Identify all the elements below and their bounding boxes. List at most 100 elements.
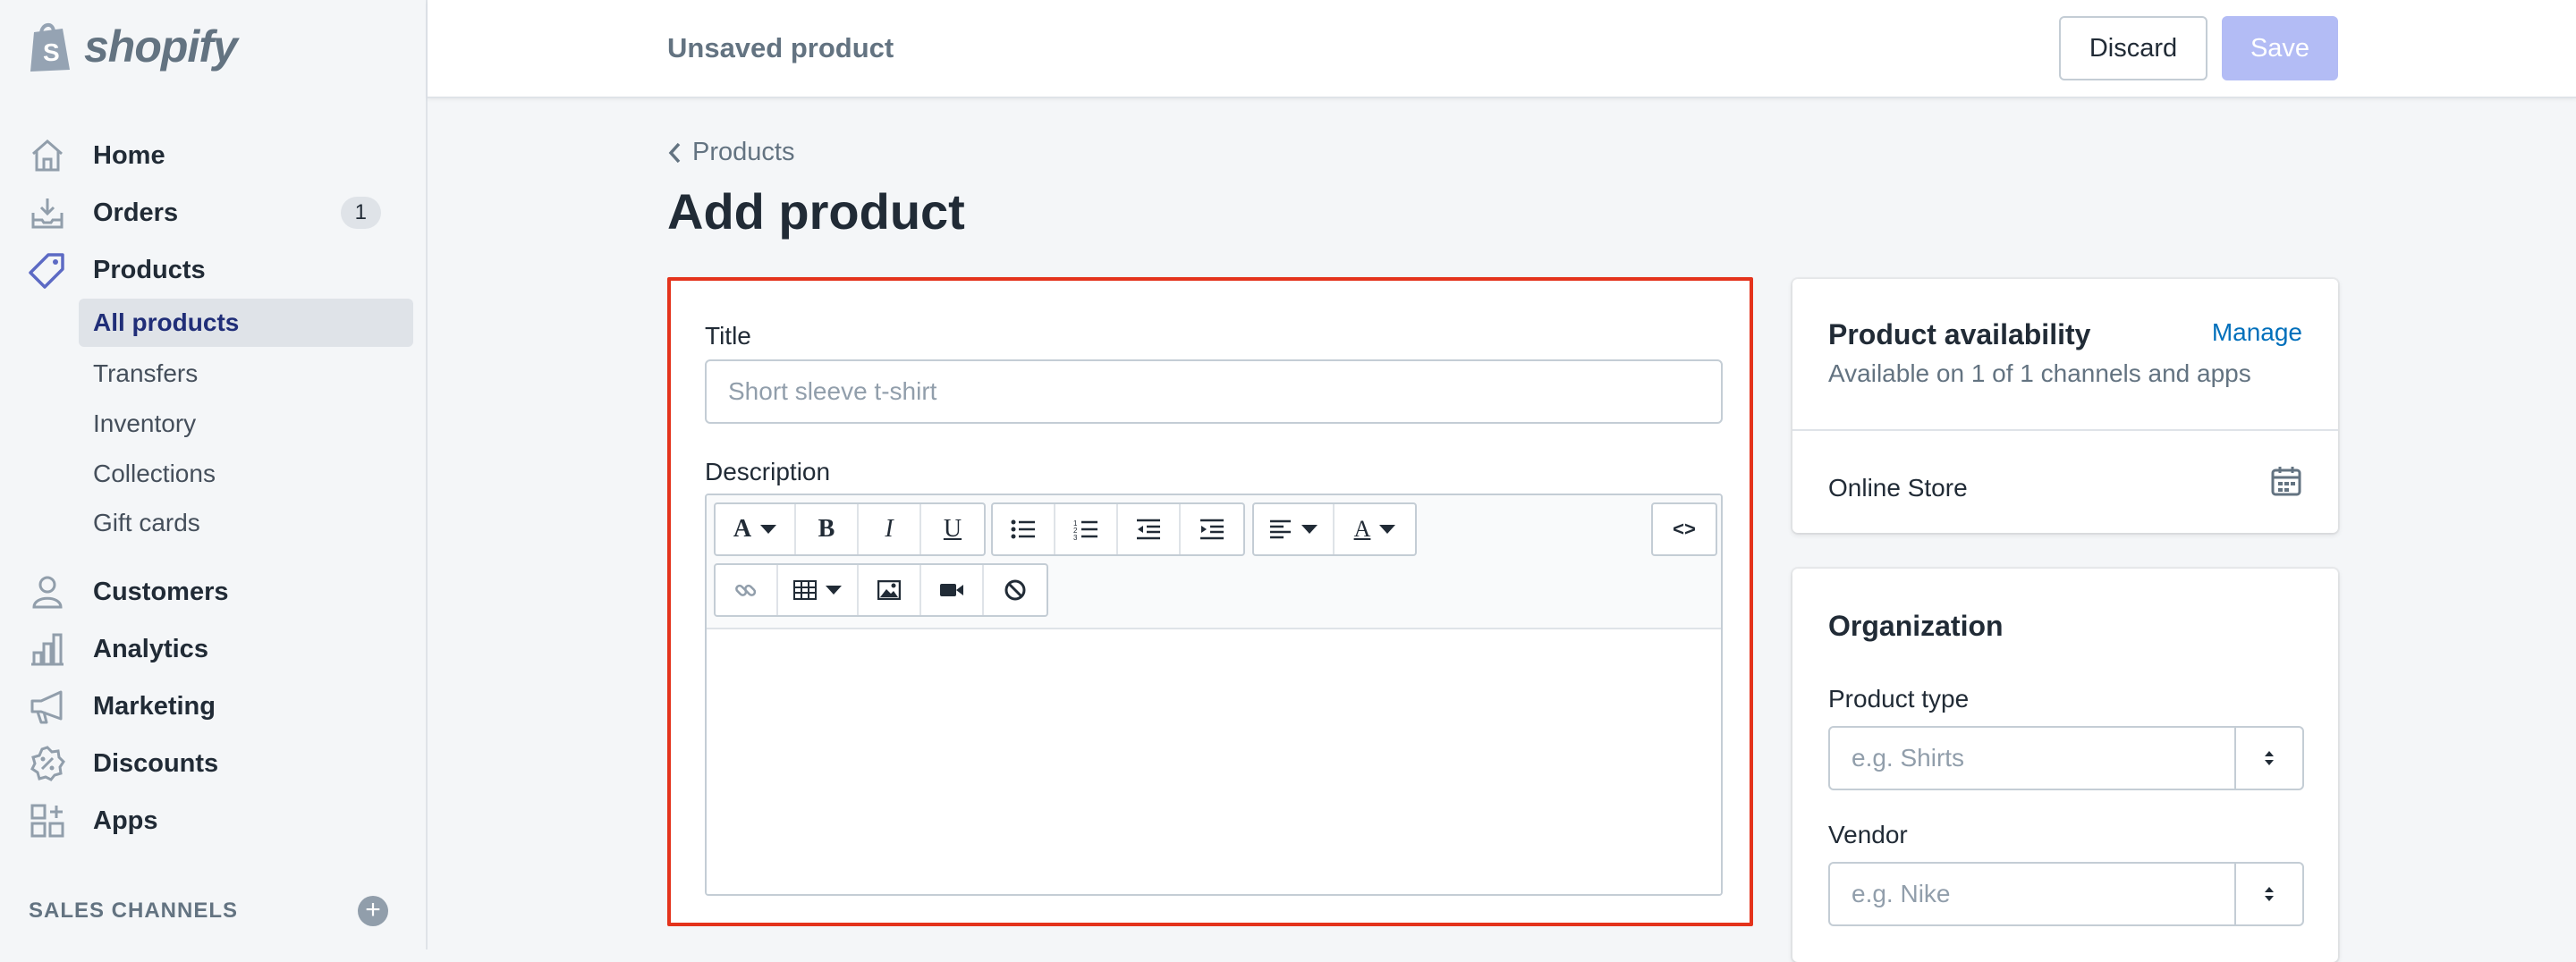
video-icon (940, 584, 963, 596)
list-group: 123 (991, 502, 1245, 556)
sidebar-item-discounts[interactable]: Discounts (27, 738, 402, 789)
italic-button[interactable]: I (859, 504, 921, 554)
sidebar-subitem-collections[interactable]: Collections (79, 450, 413, 498)
font-style-button[interactable]: A (716, 504, 796, 554)
sidebar-item-label: Customers (93, 577, 229, 606)
code-icon: <> (1673, 518, 1696, 540)
underline-icon: U (943, 515, 962, 543)
editor-content-area[interactable] (707, 629, 1721, 894)
insert-group (714, 563, 1048, 617)
sidebar-item-marketing[interactable]: Marketing (27, 680, 402, 732)
indent-button[interactable] (1181, 504, 1243, 554)
orders-icon (27, 192, 68, 233)
indent-icon (1200, 519, 1224, 540)
vendor-input[interactable]: e.g. Nike (1828, 862, 2304, 926)
breadcrumb-products-link[interactable]: Products (692, 138, 794, 167)
page-title: Add product (667, 183, 965, 240)
logo-text: shopify (84, 21, 238, 72)
clear-format-button[interactable] (984, 565, 1046, 615)
sidebar-item-label: Discounts (93, 748, 219, 778)
sidebar-item-home[interactable]: Home (27, 130, 402, 181)
bullet-list-icon (1011, 519, 1035, 539)
sales-channels-heading: SALES CHANNELS (29, 899, 239, 923)
outdent-button[interactable] (1118, 504, 1181, 554)
sidebar: S shopify Home Orders 1 Products All pro… (0, 0, 428, 949)
bold-button[interactable]: B (796, 504, 859, 554)
code-view-group: <> (1651, 502, 1717, 556)
sidebar-item-products[interactable]: Products (27, 244, 402, 296)
insert-link-button[interactable] (716, 565, 778, 615)
organization-title: Organization (1828, 610, 2004, 642)
sidebar-item-label: Apps (93, 806, 158, 835)
sidebar-item-label: Home (93, 140, 165, 170)
align-button[interactable] (1254, 504, 1335, 554)
product-details-card: Title Short sleeve t-shirt Description A… (667, 277, 1753, 926)
title-input[interactable]: Short sleeve t-shirt (705, 359, 1723, 424)
manage-link[interactable]: Manage (2212, 318, 2302, 347)
editor-toolbar: A B I U 123 A <> (707, 495, 1721, 629)
product-type-placeholder: e.g. Shirts (1852, 744, 1965, 772)
insert-table-button[interactable] (778, 565, 859, 615)
description-label: Description (705, 458, 831, 485)
sidebar-item-label: Products (93, 255, 206, 284)
svg-text:3: 3 (1073, 534, 1078, 540)
alignment-color-group: A (1252, 502, 1417, 556)
sidebar-item-label: Orders (93, 198, 179, 227)
breadcrumb[interactable]: Products (667, 138, 794, 167)
title-label: Title (705, 322, 751, 350)
orders-count-badge: 1 (340, 197, 381, 229)
bullet-list-button[interactable] (993, 504, 1055, 554)
add-sales-channel-button[interactable]: + (358, 896, 388, 926)
vendor-select-arrows[interactable] (2234, 864, 2302, 924)
select-arrows-icon (2265, 751, 2274, 765)
font-icon: A (733, 515, 752, 543)
channel-online-store: Online Store (1828, 474, 1968, 502)
shopping-bag-icon: S (30, 23, 70, 72)
calendar-icon[interactable] (2270, 465, 2302, 502)
sidebar-item-customers[interactable]: Customers (27, 566, 402, 618)
sidebar-item-apps[interactable]: Apps (27, 795, 402, 847)
svg-text:S: S (43, 38, 60, 66)
sidebar-subitem-gift-cards[interactable]: Gift cards (79, 499, 413, 547)
link-icon (735, 584, 757, 596)
image-icon (877, 580, 901, 600)
insert-video-button[interactable] (921, 565, 984, 615)
topbar: Unsaved product Discard Save (428, 0, 2576, 98)
sidebar-item-label: Marketing (93, 691, 216, 721)
plus-icon: + (365, 895, 381, 924)
discard-button[interactable]: Discard (2059, 16, 2207, 80)
organization-card: Organization Product type e.g. Shirts Ve… (1792, 569, 2338, 962)
home-icon (27, 135, 68, 176)
vendor-placeholder: e.g. Nike (1852, 880, 1951, 907)
chevron-left-icon (668, 142, 681, 163)
select-arrows-icon (2265, 887, 2274, 901)
underline-button[interactable]: U (921, 504, 984, 554)
divider (1792, 429, 2338, 431)
align-left-icon (1270, 519, 1291, 539)
person-icon (27, 571, 68, 612)
description-editor: A B I U 123 A <> (705, 494, 1723, 896)
discount-icon (27, 743, 68, 784)
sidebar-subitem-all-products[interactable]: All products (79, 299, 413, 347)
save-button[interactable]: Save (2222, 16, 2338, 80)
code-view-button[interactable]: <> (1653, 504, 1716, 554)
insert-image-button[interactable] (859, 565, 921, 615)
numbered-list-icon: 123 (1073, 519, 1097, 540)
product-type-input[interactable]: e.g. Shirts (1828, 726, 2304, 790)
megaphone-icon (27, 686, 68, 727)
vendor-label: Vendor (1828, 821, 1908, 848)
text-color-icon: A (1353, 516, 1371, 542)
sidebar-item-analytics[interactable]: Analytics (27, 623, 402, 675)
shopify-logo[interactable]: S shopify (27, 20, 238, 73)
product-availability-card: Product availability Manage Available on… (1792, 279, 2338, 533)
product-type-select-arrows[interactable] (2234, 728, 2302, 789)
availability-subtitle: Available on 1 of 1 channels and apps (1828, 359, 2251, 387)
numbered-list-button[interactable]: 123 (1055, 504, 1118, 554)
bold-icon: B (818, 515, 835, 543)
sidebar-item-orders[interactable]: Orders 1 (27, 187, 402, 239)
sidebar-subitem-inventory[interactable]: Inventory (79, 400, 413, 448)
outdent-icon (1137, 519, 1160, 540)
sidebar-subitem-transfers[interactable]: Transfers (79, 350, 413, 398)
table-icon (793, 580, 817, 600)
text-color-button[interactable]: A (1335, 504, 1415, 554)
